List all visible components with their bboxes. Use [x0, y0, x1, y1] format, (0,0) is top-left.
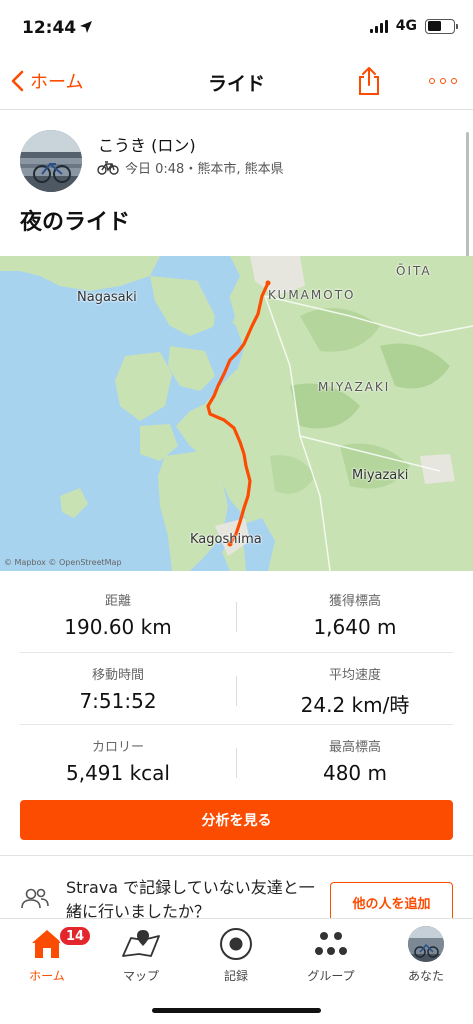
more-icon[interactable] [429, 78, 457, 84]
column-divider [236, 602, 237, 632]
stat-label: 最高標高 [328, 740, 381, 755]
stat-distance: 距離 190.60 km [0, 590, 236, 639]
status-bar: 12:44 4G [0, 0, 473, 56]
battery-icon [425, 18, 458, 34]
row-divider [20, 652, 453, 653]
map-label-nagasaki: Nagasaki [77, 290, 137, 305]
activity-meta: 今日 0:48・熊本市, 熊本県 [97, 158, 284, 177]
athlete-avatar[interactable] [20, 130, 82, 192]
analyze-button[interactable]: 分析を見る [20, 800, 453, 840]
stat-calories: カロリー 5,491 kcal [0, 736, 236, 785]
tab-groups[interactable]: グループ [284, 925, 378, 984]
stat-label: 移動時間 [91, 668, 144, 683]
tab-you[interactable]: あなた [379, 925, 473, 984]
share-icon[interactable] [356, 66, 382, 96]
stat-label: 平均速度 [328, 668, 381, 683]
groups-icon [315, 932, 347, 955]
home-indicator[interactable] [152, 1008, 321, 1013]
network-type: 4G [395, 18, 417, 34]
tab-label: マップ [122, 969, 159, 983]
tab-record[interactable]: 記録 [189, 925, 283, 984]
notification-badge: 14 [58, 925, 93, 947]
profile-avatar [408, 926, 444, 962]
stat-moving-time: 移動時間 7:51:52 [0, 664, 236, 713]
page-title: ライド [207, 73, 265, 95]
friends-prompt: Strava で記録していない友達と一緒に行いましたか？ [66, 878, 315, 921]
stat-avg-speed: 平均速度 24.2 km/時 [237, 664, 473, 718]
stat-value: 7:51:52 [79, 689, 157, 713]
map-label-miyazaki-pref: MIYAZAKI [318, 380, 391, 394]
athlete-name[interactable]: こうき (ロン) [98, 132, 196, 156]
map-attribution[interactable]: © Mapbox © OpenStreetMap [4, 558, 122, 567]
tab-map[interactable]: マップ [94, 925, 188, 984]
stat-value: 1,640 m [313, 615, 397, 639]
activity-meta-text: 今日 0:48・熊本市, 熊本県 [125, 162, 284, 177]
tab-label: ホーム [29, 969, 65, 983]
stat-label: 距離 [104, 594, 131, 609]
section-divider [0, 855, 473, 856]
nav-bar: ホーム ライド [0, 56, 473, 110]
stat-max-elevation: 最高標高 480 m [237, 736, 473, 785]
tab-label: あなた [407, 969, 444, 983]
stat-elevation-gain: 獲得標高 1,640 m [237, 590, 473, 639]
stat-value: 24.2 km/時 [300, 693, 410, 717]
add-others-button[interactable]: 他の人を追加 [330, 882, 453, 922]
stat-value: 480 m [322, 761, 387, 785]
stat-label: カロリー [91, 740, 144, 755]
stat-value: 190.60 km [64, 615, 172, 639]
location-arrow-icon [80, 21, 92, 33]
stat-value: 5,491 kcal [65, 761, 170, 785]
stat-label: 獲得標高 [328, 594, 381, 609]
bike-icon [97, 160, 119, 175]
status-right: 4G [369, 18, 458, 34]
status-time: 12:44 [22, 18, 77, 38]
record-icon [220, 928, 252, 960]
tab-label: グループ [307, 969, 355, 983]
column-divider [236, 676, 237, 706]
tab-label: 記録 [223, 969, 248, 983]
route-map[interactable]: Nagasaki ŌITA KUMAMOTO MIYAZAKI Miyazaki… [0, 256, 473, 571]
map-label-kumamoto: KUMAMOTO [268, 288, 356, 302]
row-divider [20, 724, 453, 725]
tab-home[interactable]: 14 ホーム [0, 925, 94, 984]
map-icon [122, 930, 160, 957]
activity-title: 夜のライド [20, 210, 131, 235]
map-label-oita: ŌITA [396, 264, 432, 278]
friends-icon [21, 888, 49, 909]
column-divider [236, 748, 237, 778]
signal-icon [369, 19, 388, 33]
map-label-kagoshima: Kagoshima [190, 532, 262, 547]
map-terrain [0, 256, 473, 571]
map-label-miyazaki-city: Miyazaki [352, 468, 409, 483]
